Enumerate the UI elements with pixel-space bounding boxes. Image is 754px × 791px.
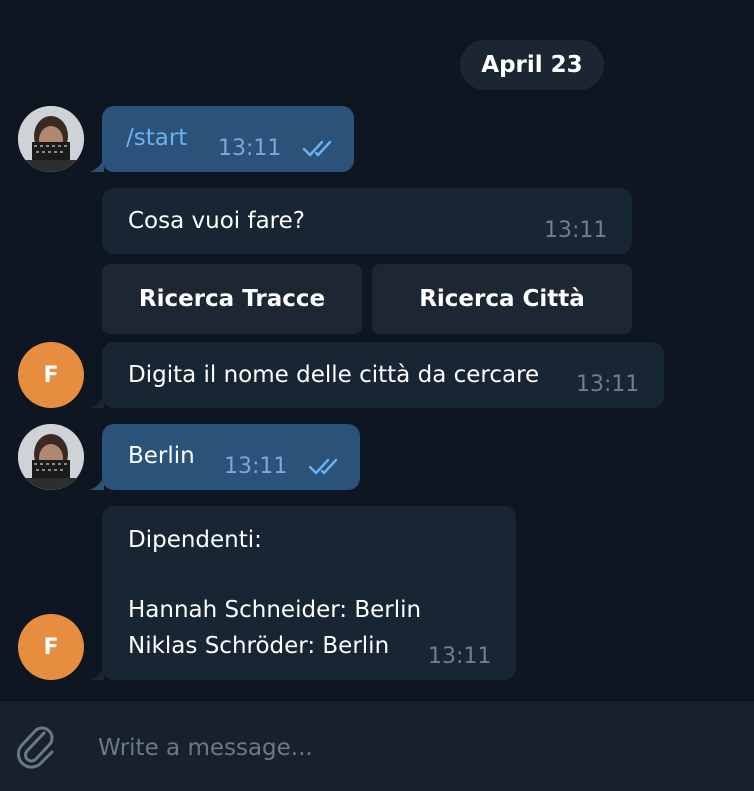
message-text: Cosa vuoi fare? bbox=[128, 208, 305, 234]
user-avatar[interactable] bbox=[18, 424, 84, 490]
bubble-tail bbox=[90, 476, 104, 490]
message-bubble-incoming[interactable]: Cosa vuoi fare? 13:11 bbox=[102, 188, 632, 254]
message-text: Digita il nome delle città da cercare bbox=[128, 362, 540, 388]
message-composer bbox=[0, 700, 754, 791]
bubble-tail bbox=[90, 158, 104, 172]
message-time: 13:11 bbox=[544, 218, 608, 243]
message-text: Berlin bbox=[128, 443, 195, 469]
date-separator: April 23 bbox=[460, 40, 604, 90]
double-check-icon bbox=[308, 458, 338, 475]
message-time: 13:11 bbox=[576, 372, 640, 397]
message-time: 13:11 bbox=[428, 644, 492, 669]
double-check-icon bbox=[302, 140, 332, 157]
bubble-tail bbox=[90, 666, 104, 680]
user-avatar-photo bbox=[18, 106, 84, 172]
user-avatar[interactable] bbox=[18, 106, 84, 172]
user-avatar-photo bbox=[18, 424, 84, 490]
paperclip-icon[interactable] bbox=[14, 723, 58, 769]
message-time: 13:11 bbox=[224, 454, 288, 479]
message-bubble-outgoing[interactable]: Berlin 13:11 bbox=[102, 424, 360, 490]
keyboard-button-ricerca-tracce[interactable]: Ricerca Tracce bbox=[102, 264, 362, 334]
bot-avatar[interactable]: F bbox=[18, 342, 84, 408]
message-line: Hannah Schneider: Berlin bbox=[128, 597, 422, 623]
message-time: 13:11 bbox=[218, 136, 282, 161]
message-bubble-outgoing[interactable]: /start 13:11 bbox=[102, 106, 354, 172]
chat-history: April 23 /start 13:11 Cosa vuoi fare? 13… bbox=[0, 0, 754, 700]
message-bubble-incoming[interactable]: Dipendenti: Hannah Schneider: Berlin Nik… bbox=[102, 506, 516, 680]
message-input[interactable] bbox=[96, 729, 720, 767]
message-text-command[interactable]: /start bbox=[126, 122, 187, 154]
message-bubble-incoming[interactable]: Digita il nome delle città da cercare 13… bbox=[102, 342, 664, 408]
message-line: Niklas Schröder: Berlin bbox=[128, 633, 390, 659]
keyboard-button-ricerca-citta[interactable]: Ricerca Città bbox=[372, 264, 632, 334]
bubble-tail bbox=[90, 394, 104, 408]
bot-avatar-letter: F bbox=[43, 634, 59, 660]
message-line: Dipendenti: bbox=[128, 527, 262, 553]
bot-avatar-letter: F bbox=[43, 362, 59, 388]
bot-avatar[interactable]: F bbox=[18, 614, 84, 680]
